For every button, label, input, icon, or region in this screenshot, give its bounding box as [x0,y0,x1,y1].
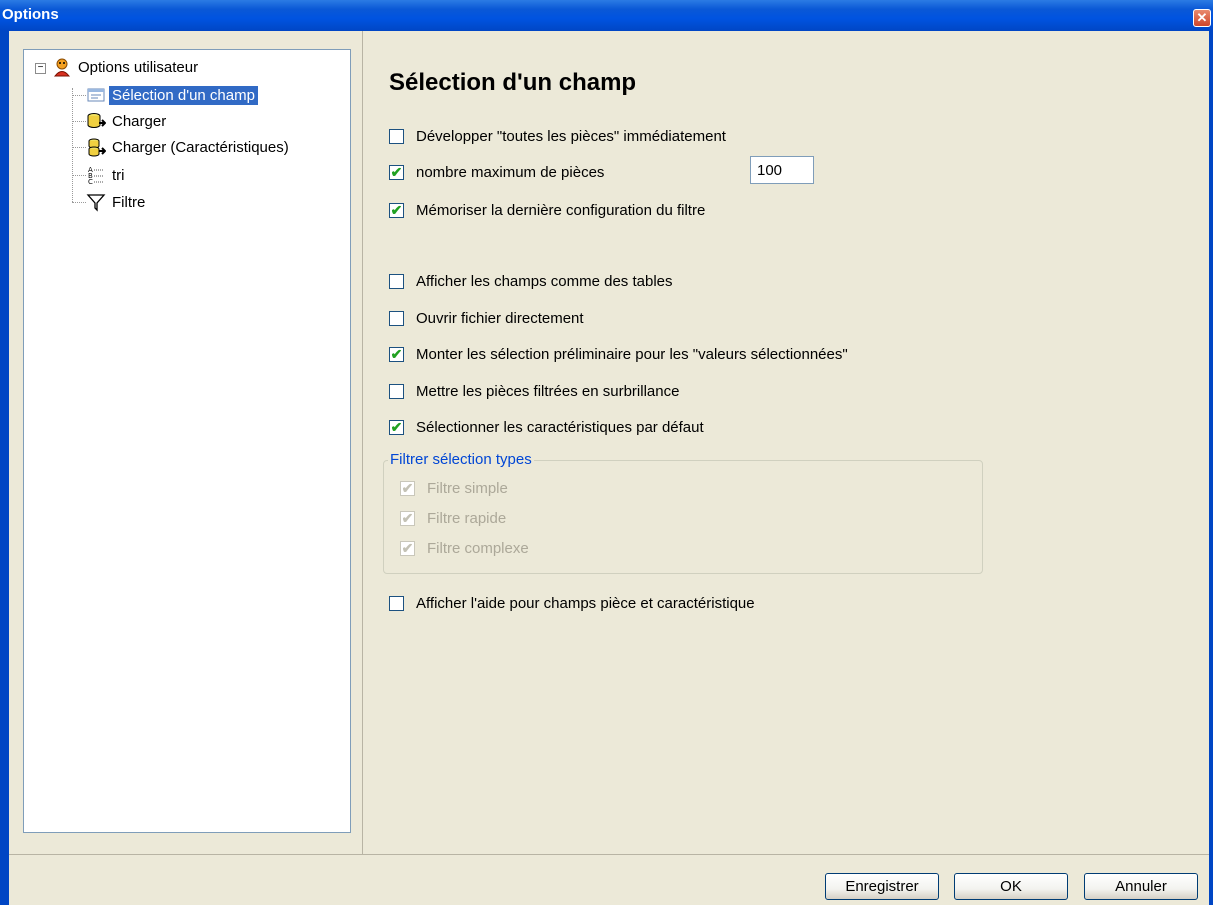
option-label: Sélectionner les caractéristiques par dé… [416,418,704,436]
option-label: Ouvrir fichier directement [416,309,584,327]
database-load-icon [86,111,107,131]
sort-icon: ABC [86,165,106,186]
save-button[interactable]: Enregistrer [825,873,939,900]
cancel-button[interactable]: Annuler [1084,873,1198,900]
filter-icon [86,192,106,212]
checkbox: ✔ [400,539,415,556]
svg-text:C: C [88,178,93,185]
option-select-characteristics-default[interactable]: ✔ Sélectionner les caractéristiques par … [389,417,704,437]
tree-item-label: Filtre [112,193,146,211]
checkbox[interactable] [389,595,404,611]
tree-item-charger-caracteristiques[interactable]: Charger (Caractéristiques) [86,136,292,158]
tree-item-options-utilisateur[interactable]: Options utilisateur [52,56,201,78]
option-max-parts[interactable]: ✔ nombre maximum de pièces [389,162,604,182]
checkbox[interactable]: ✔ [389,419,404,435]
tree-item-tri[interactable]: ABC tri [86,164,128,186]
option-label: Monter les sélection préliminaire pour l… [416,345,848,363]
option-label: Afficher l'aide pour champs pièce et car… [416,594,755,612]
page-title: Sélection d'un champ [389,69,637,96]
tree-expander-toggle[interactable]: − [35,63,46,74]
option-label: nombre maximum de pièces [416,163,605,181]
tree-item-label: Options utilisateur [78,58,199,76]
checkbox[interactable] [389,273,404,289]
tree-item-label: tri [112,166,125,184]
option-filter-simple: ✔ Filtre simple [400,478,508,498]
button-bar: Enregistrer OK Annuler [9,854,1209,905]
checkbox: ✔ [400,479,415,496]
tree-item-selection-champ[interactable]: Sélection d'un champ [86,84,258,106]
tree-item-filtre[interactable]: Filtre [86,191,148,213]
tree-connector [72,121,86,122]
field-selection-icon [86,85,106,105]
window-frame-left [0,31,9,905]
tree-item-label: Charger [112,112,167,130]
checkbox[interactable]: ✔ [389,202,404,218]
tree-connector [72,88,73,202]
options-tree[interactable]: − Options utilisateur Sélection d'un cha… [23,49,351,833]
window-frame-right [1209,31,1213,905]
window-title: Options [2,6,59,23]
option-label: Mettre les pièces filtrées en surbrillan… [416,382,680,400]
option-show-help[interactable]: Afficher l'aide pour champs pièce et car… [389,593,755,613]
option-label: Filtre rapide [427,509,507,527]
ok-button[interactable]: OK [954,873,1068,900]
close-button[interactable]: ✕ [1193,9,1211,27]
tree-item-label: Sélection d'un champ [109,85,258,105]
checkbox[interactable] [389,383,404,399]
tree-connector [72,202,86,203]
user-icon [52,57,72,77]
checkbox[interactable] [389,128,404,144]
option-label: Mémoriser la dernière configuration du f… [416,201,706,219]
tree-connector [72,147,86,148]
option-label: Afficher les champs comme des tables [416,272,673,290]
settings-panel: Sélection d'un champ Développer "toutes … [363,31,1209,854]
option-preliminary-selection[interactable]: ✔ Monter les sélection préliminaire pour… [389,344,848,364]
tree-item-charger[interactable]: Charger [86,110,169,132]
checkbox: ✔ [400,509,415,526]
option-remember-filter[interactable]: ✔ Mémoriser la dernière configuration du… [389,200,705,220]
option-highlight-filtered[interactable]: Mettre les pièces filtrées en surbrillan… [389,381,679,401]
tree-item-label: Charger (Caractéristiques) [112,138,289,156]
option-filter-rapid: ✔ Filtre rapide [400,508,506,528]
checkbox[interactable]: ✔ [389,346,404,362]
title-bar: Options ✕ [0,0,1213,31]
tree-connector [72,95,86,96]
option-label: Filtre simple [427,479,508,497]
close-icon: ✕ [1196,10,1208,25]
checkbox[interactable] [389,310,404,326]
option-filter-complex: ✔ Filtre complexe [400,538,529,558]
checkbox[interactable]: ✔ [389,164,404,180]
group-title: Filtrer sélection types [388,451,534,468]
database-characteristics-icon [86,137,107,157]
option-label: Filtre complexe [427,539,529,557]
option-fields-as-tables[interactable]: Afficher les champs comme des tables [389,271,673,291]
option-label: Développer "toutes les pièces" immédiate… [416,127,726,145]
max-parts-input[interactable] [750,156,814,184]
option-expand-all-parts[interactable]: Développer "toutes les pièces" immédiate… [389,126,726,146]
tree-connector [72,175,86,176]
option-open-file-directly[interactable]: Ouvrir fichier directement [389,308,584,328]
